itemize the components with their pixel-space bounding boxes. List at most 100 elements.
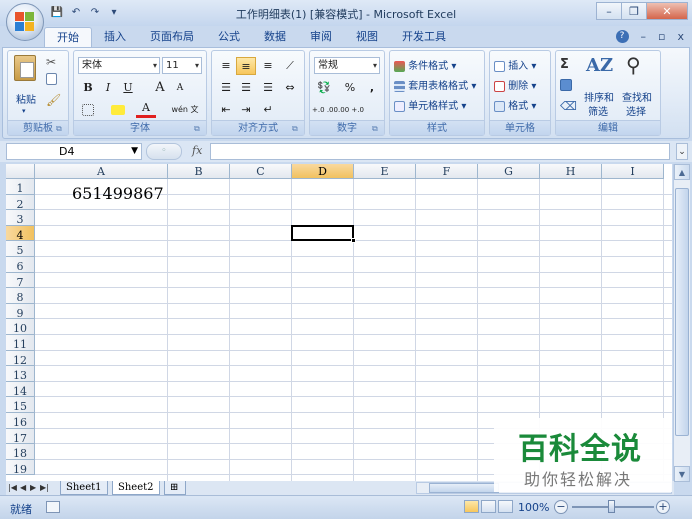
- row-header-5[interactable]: 5: [6, 241, 35, 257]
- ribbon-minimize-button[interactable]: –: [641, 30, 647, 43]
- format-painter-icon[interactable]: 🖌: [46, 93, 61, 107]
- row-header-19[interactable]: 19: [6, 459, 35, 476]
- restore-button[interactable]: ❐: [621, 2, 647, 20]
- page-layout-view-icon[interactable]: [481, 500, 496, 513]
- italic-button[interactable]: I: [98, 79, 118, 97]
- borders-button[interactable]: [78, 101, 98, 119]
- first-sheet-icon[interactable]: |◀: [8, 481, 17, 495]
- find-select-label[interactable]: 查找和: [622, 89, 652, 104]
- grow-font-button[interactable]: A: [150, 79, 170, 97]
- autosum-button[interactable]: Σ: [560, 57, 569, 72]
- row-header-7[interactable]: 7: [6, 272, 35, 289]
- help-icon[interactable]: ?: [615, 30, 629, 43]
- alignment-launcher-icon[interactable]: ⧉: [292, 124, 301, 133]
- conditional-formatting-button[interactable]: 条件格式 ▾: [394, 57, 456, 72]
- tab-view[interactable]: 视图: [344, 27, 390, 47]
- row-header-10[interactable]: 10: [6, 319, 35, 335]
- row-header-16[interactable]: 16: [6, 413, 35, 429]
- comma-button[interactable]: ,: [362, 79, 382, 97]
- currency-icon[interactable]: 💱: [314, 79, 334, 97]
- column-header-d[interactable]: D: [292, 164, 354, 179]
- prev-sheet-icon[interactable]: ◀: [20, 481, 26, 495]
- fill-handle[interactable]: [351, 238, 356, 244]
- row-header-18[interactable]: 18: [6, 444, 35, 460]
- font-launcher-icon[interactable]: ⧉: [194, 124, 203, 133]
- scroll-up-icon[interactable]: ▲: [674, 164, 690, 180]
- format-cells-button[interactable]: 格式 ▾: [494, 97, 536, 112]
- name-box[interactable]: D4 ▼: [6, 143, 142, 160]
- row-header-11[interactable]: 11: [6, 335, 35, 351]
- row-header-9[interactable]: 9: [6, 303, 35, 320]
- zoom-slider-thumb[interactable]: [608, 500, 615, 513]
- merge-center-icon[interactable]: ⇔: [280, 79, 300, 97]
- align-middle-icon[interactable]: ≡: [236, 57, 256, 75]
- sheet-tab-sheet1[interactable]: Sheet1: [60, 481, 108, 495]
- active-cell[interactable]: [291, 224, 354, 242]
- tab-developer[interactable]: 开发工具: [390, 27, 458, 47]
- wrap-text-icon[interactable]: ↵: [258, 101, 278, 119]
- paste-button[interactable]: [14, 55, 38, 89]
- increase-decimal-button[interactable]: +.0 .00: [312, 101, 338, 119]
- sort-filter-icon[interactable]: AZ: [586, 55, 613, 76]
- delete-cells-button[interactable]: 删除 ▾: [494, 77, 536, 92]
- row-header-4[interactable]: 4: [6, 225, 35, 242]
- normal-view-icon[interactable]: [464, 500, 479, 513]
- number-launcher-icon[interactable]: ⧉: [372, 124, 381, 133]
- font-color-button[interactable]: A: [136, 101, 156, 118]
- vertical-scrollbar[interactable]: ▲ ▼: [673, 164, 690, 482]
- column-header-h[interactable]: H: [540, 164, 602, 179]
- fill-icon[interactable]: [560, 79, 572, 91]
- column-header-a[interactable]: A: [35, 164, 168, 179]
- underline-button[interactable]: U: [118, 79, 138, 97]
- row-header-13[interactable]: 13: [6, 366, 35, 382]
- cut-icon[interactable]: ✂: [46, 55, 56, 69]
- expand-formula-bar-icon[interactable]: ⌄: [676, 143, 688, 160]
- horizontal-scroll-thumb[interactable]: [429, 483, 499, 493]
- minimize-button[interactable]: –: [596, 2, 622, 20]
- column-header-b[interactable]: B: [168, 164, 230, 179]
- row-header-14[interactable]: 14: [6, 381, 35, 398]
- vertical-scroll-thumb[interactable]: [675, 188, 689, 436]
- row-header-8[interactable]: 8: [6, 288, 35, 304]
- fill-color-button[interactable]: [108, 101, 128, 119]
- copy-icon[interactable]: [46, 73, 57, 85]
- column-header-f[interactable]: F: [416, 164, 478, 179]
- row-header-3[interactable]: 3: [6, 210, 35, 226]
- tab-home[interactable]: 开始: [44, 27, 92, 47]
- cell-styles-button[interactable]: 单元格样式 ▾: [394, 97, 466, 112]
- row-header-17[interactable]: 17: [6, 428, 35, 445]
- scroll-down-icon[interactable]: ▼: [674, 466, 690, 482]
- paste-dropdown-icon[interactable]: ▾: [22, 107, 26, 115]
- row-header-1[interactable]: 1: [6, 179, 35, 195]
- clipboard-launcher-icon[interactable]: ⧉: [56, 124, 65, 133]
- next-sheet-icon[interactable]: ▶: [30, 481, 36, 495]
- column-header-e[interactable]: E: [354, 164, 416, 179]
- align-top-icon[interactable]: ≡: [216, 57, 236, 75]
- office-button[interactable]: [6, 3, 44, 41]
- tab-data[interactable]: 数据: [252, 27, 298, 47]
- row-header-2[interactable]: 2: [6, 194, 35, 211]
- close-button[interactable]: ✕: [646, 2, 688, 20]
- sort-filter-label-2[interactable]: 筛选: [588, 103, 608, 118]
- zoom-in-icon[interactable]: +: [656, 500, 670, 514]
- tab-formulas[interactable]: 公式: [206, 27, 252, 47]
- tab-insert[interactable]: 插入: [92, 27, 138, 47]
- macro-record-icon[interactable]: [46, 501, 60, 513]
- find-select-label-2[interactable]: 选择: [626, 103, 646, 118]
- tab-page-layout[interactable]: 页面布局: [138, 27, 206, 47]
- sort-filter-label[interactable]: 排序和: [584, 89, 614, 104]
- ribbon-restore-button[interactable]: ▫: [658, 30, 665, 43]
- ribbon-close-button[interactable]: x: [677, 30, 684, 43]
- row-header-6[interactable]: 6: [6, 257, 35, 273]
- bold-button[interactable]: B: [78, 79, 98, 97]
- sheet-tab-sheet2[interactable]: Sheet2: [112, 481, 160, 495]
- increase-indent-icon[interactable]: ⇥: [236, 101, 256, 119]
- zoom-level[interactable]: 100%: [518, 501, 549, 514]
- cell-a1[interactable]: 651499867: [72, 184, 164, 203]
- number-format-combo[interactable]: 常规 ▾: [314, 57, 380, 74]
- align-right-icon[interactable]: ☰: [258, 79, 278, 97]
- decrease-decimal-button[interactable]: .00 +.0: [338, 101, 364, 119]
- align-bottom-icon[interactable]: ≡: [258, 57, 278, 75]
- font-size-combo[interactable]: 11 ▾: [162, 57, 202, 74]
- orientation-icon[interactable]: ⟋: [280, 57, 300, 75]
